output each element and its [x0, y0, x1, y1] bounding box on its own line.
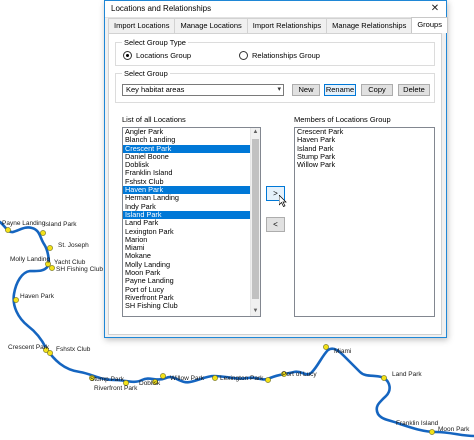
group-select[interactable]: Key habitat areas ▾	[122, 84, 284, 96]
tab-manage-locations[interactable]: Manage Locations	[174, 18, 248, 33]
all-locations-items: Angler Park Blanch Landing Crescent Park Da…	[123, 128, 260, 311]
window-title: Locations and Relationships	[111, 4, 212, 13]
radio-unchecked-icon	[239, 51, 248, 60]
map-label-molly-landing: Molly Landing	[10, 256, 50, 263]
radio-locations-group-label: Locations Group	[136, 51, 192, 60]
locations-relationships-dialog: Locations and Relationships ✕ Import Loc…	[104, 0, 448, 338]
map-label-franklin-island: Franklin Island	[396, 420, 439, 427]
map-label-payne-landing: Payne Landing	[2, 220, 46, 227]
members-list[interactable]: Crescent Park Haven Park Island Park Stump …	[294, 127, 435, 317]
map-label-sh-fishing-club: SH Fishing Club	[56, 266, 103, 273]
pin-miami	[323, 344, 329, 350]
pin-island-park	[40, 230, 46, 236]
map-label-haven-park: Haven Park	[20, 293, 55, 300]
tab-import-relationships[interactable]: Import Relationships	[246, 18, 328, 33]
scroll-up-icon[interactable]: ▲	[251, 128, 260, 137]
list-item[interactable]: Willow Park	[295, 160, 434, 169]
remove-from-group-button[interactable]: <	[266, 217, 285, 232]
select-group-title: Select Group	[122, 68, 170, 79]
delete-group-button[interactable]: Delete	[398, 84, 430, 96]
pin-haven-park	[13, 297, 19, 303]
map-label-crescent-park: Crescent Park	[8, 344, 50, 351]
scroll-down-icon[interactable]: ▼	[251, 307, 260, 316]
all-locations-list[interactable]: Angler Park Blanch Landing Crescent Park Da…	[122, 127, 261, 317]
groups-panel: Select Group Type Locations Group Relati…	[108, 33, 442, 335]
radio-relationships-group[interactable]: Relationships Group	[239, 51, 320, 60]
tab-groups[interactable]: Groups	[411, 17, 448, 33]
radio-relationships-group-label: Relationships Group	[252, 51, 320, 60]
tab-import-locations[interactable]: Import Locations	[108, 18, 176, 33]
select-group-box: Select Group Key habitat areas ▾ New Ren…	[115, 68, 435, 103]
title-bar[interactable]: Locations and Relationships ✕	[105, 1, 446, 18]
scroll-thumb[interactable]	[252, 139, 259, 299]
map-label-willow-park: Willow Park	[170, 375, 205, 382]
rename-group-button[interactable]: Rename	[324, 84, 356, 96]
close-icon[interactable]: ✕	[428, 2, 442, 16]
pin-yacht-club	[49, 265, 55, 271]
map-label-riverfront-park: Riverfront Park	[94, 385, 138, 392]
pin-lexington-park	[212, 375, 218, 381]
pin-payne-landing	[5, 227, 11, 233]
map-label-fshstx-club: Fshstx Club	[56, 346, 91, 353]
map-label-moon-park: Moon Park	[438, 426, 470, 433]
new-group-button[interactable]: New	[292, 84, 320, 96]
members-label: Members of Locations Group	[294, 115, 391, 124]
list-scrollbar[interactable]: ▲ ▼	[250, 128, 260, 316]
list-item[interactable]: SH Fishing Club	[123, 301, 260, 310]
map-label-miami: Miami	[334, 348, 351, 355]
all-locations-label: List of all Locations	[122, 115, 186, 124]
group-type-title: Select Group Type	[122, 37, 188, 48]
map-label-st-joseph: St. Joseph	[58, 242, 89, 249]
pin-st-joseph	[47, 245, 53, 251]
map-label-stump-park: Stump Park	[90, 376, 125, 383]
copy-group-button[interactable]: Copy	[361, 84, 393, 96]
pin-land-park	[381, 375, 387, 381]
group-type-box: Select Group Type Locations Group Relati…	[115, 37, 435, 66]
chevron-down-icon: ▾	[277, 86, 281, 93]
pin-lexington-park-2	[265, 377, 271, 383]
map-label-port-of-lucy: Port of Lucy	[282, 371, 317, 378]
tab-manage-relationships[interactable]: Manage Relationships	[326, 18, 413, 33]
radio-locations-group[interactable]: Locations Group	[123, 51, 191, 60]
pin-franklin-island	[429, 429, 435, 435]
map-label-land-park: Land Park	[392, 371, 422, 378]
radio-checked-icon	[123, 51, 132, 60]
map-label-lexington-park: Lexington Park	[220, 375, 264, 382]
map-label-doblisk: Doblisk	[139, 380, 161, 387]
map-label-yacht-club: Yacht Club	[54, 259, 86, 266]
members-items: Crescent Park Haven Park Island Park Stump …	[295, 128, 434, 169]
pin-willow-park	[160, 373, 166, 379]
group-select-value: Key habitat areas	[126, 85, 185, 94]
tab-strip: Import Locations Manage Locations Import…	[108, 17, 448, 33]
pin-fshstx-club	[47, 350, 53, 356]
map-label-island-park: Island Park	[44, 221, 77, 228]
cursor-icon	[279, 195, 287, 207]
